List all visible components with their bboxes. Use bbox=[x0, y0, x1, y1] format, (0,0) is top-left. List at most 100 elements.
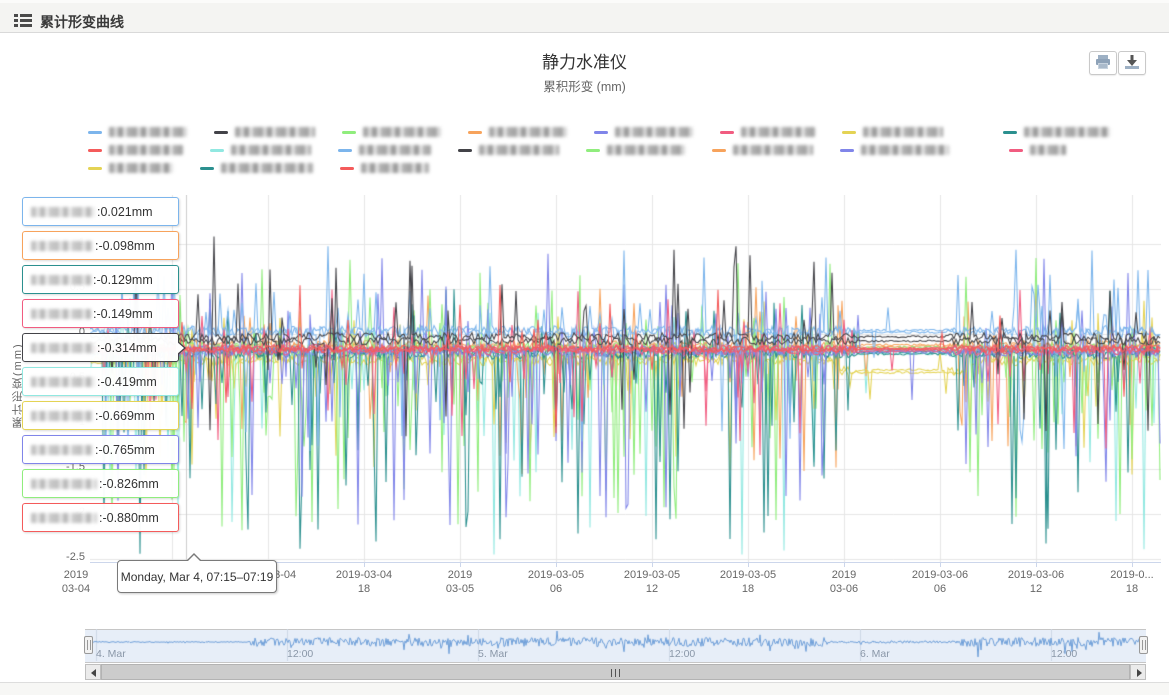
legend-line-icon bbox=[720, 131, 734, 134]
tooltip-value: :-0.826mm bbox=[99, 477, 159, 491]
legend-line-icon bbox=[586, 149, 600, 152]
scrollbar-left-button[interactable] bbox=[85, 664, 101, 680]
legend-item[interactable] bbox=[712, 145, 813, 155]
tooltip-value: :-0.129mm bbox=[93, 273, 153, 287]
legend-item[interactable] bbox=[594, 127, 693, 137]
legend-line-icon bbox=[210, 149, 224, 152]
legend-line-icon bbox=[88, 149, 102, 152]
legend-line-icon bbox=[88, 131, 102, 134]
navigator-axis-label: 12:00 bbox=[669, 648, 695, 660]
printer-icon bbox=[1095, 55, 1111, 69]
x-axis-tick-label: 201903-06 bbox=[796, 568, 892, 596]
x-axis-tick-label: 2019-03-0418 bbox=[316, 568, 412, 596]
legend-item[interactable] bbox=[586, 145, 685, 155]
legend-line-icon bbox=[712, 149, 726, 152]
x-axis-tick-mark bbox=[940, 562, 941, 567]
scrollbar-thumb[interactable] bbox=[101, 664, 1130, 680]
legend-line-icon bbox=[594, 131, 608, 134]
tooltip-series-name-redacted bbox=[31, 479, 97, 489]
x-axis-tick-label: 2019-0...18 bbox=[1084, 568, 1169, 596]
legend-item[interactable] bbox=[340, 163, 429, 173]
tooltip-value: :-0.419mm bbox=[97, 375, 157, 389]
navigator-axis-label: 12:00 bbox=[1051, 648, 1077, 660]
navigator-series[interactable] bbox=[85, 629, 1146, 661]
tooltip-series-name-redacted bbox=[31, 513, 97, 523]
legend-line-icon bbox=[340, 167, 354, 170]
tooltip-value: :-0.149mm bbox=[93, 307, 153, 321]
legend-item[interactable] bbox=[840, 145, 949, 155]
series-tooltip-box: :-0.765mm bbox=[22, 435, 179, 464]
download-icon bbox=[1124, 55, 1140, 69]
chart-plot-area[interactable] bbox=[90, 195, 1161, 562]
series-tooltip-box: :-0.419mm bbox=[22, 367, 179, 396]
legend-item[interactable] bbox=[88, 145, 183, 155]
print-button[interactable] bbox=[1089, 51, 1117, 75]
left-arrow-icon bbox=[91, 669, 96, 677]
y-axis-tick-label: -2.5 bbox=[25, 551, 85, 563]
tooltip-value: :-0.880mm bbox=[99, 511, 159, 525]
legend-label-redacted bbox=[109, 145, 183, 155]
list-icon bbox=[14, 14, 32, 28]
legend-label-redacted bbox=[359, 145, 431, 155]
legend-item[interactable] bbox=[210, 145, 311, 155]
legend-item[interactable] bbox=[1009, 145, 1066, 155]
navigator-left-handle[interactable] bbox=[84, 636, 93, 654]
legend-item[interactable] bbox=[214, 127, 315, 137]
tooltip-value: :-0.765mm bbox=[95, 443, 155, 457]
legend-label-redacted bbox=[109, 163, 173, 173]
x-axis-tick-mark bbox=[844, 562, 845, 567]
tooltip-value: :-0.098mm bbox=[95, 239, 155, 253]
legend-item[interactable] bbox=[88, 127, 187, 137]
legend-label-redacted bbox=[479, 145, 559, 155]
tooltip-value: :-0.669mm bbox=[95, 409, 155, 423]
legend-item[interactable] bbox=[842, 127, 943, 137]
x-axis-tick-label: 2019-03-0518 bbox=[700, 568, 796, 596]
legend bbox=[88, 123, 1098, 177]
legend-label-redacted bbox=[489, 127, 567, 137]
legend-item[interactable] bbox=[88, 163, 173, 173]
legend-line-icon bbox=[458, 149, 472, 152]
x-axis-tick-label: 201903-05 bbox=[412, 568, 508, 596]
series-tooltip-box: :-0.826mm bbox=[22, 469, 179, 498]
x-axis-tick-mark bbox=[1132, 562, 1133, 567]
legend-label-redacted bbox=[733, 145, 813, 155]
navigator-axis-label: 5. Mar bbox=[478, 648, 508, 660]
x-axis-tick-label: 2019-03-0506 bbox=[508, 568, 604, 596]
x-tooltip-text: Monday, Mar 4, 07:15–07:19 bbox=[121, 570, 274, 584]
page-bottom-strip bbox=[0, 682, 1169, 695]
legend-label-redacted bbox=[109, 127, 187, 137]
legend-label-redacted bbox=[615, 127, 693, 137]
legend-item[interactable] bbox=[1003, 127, 1110, 137]
legend-item[interactable] bbox=[200, 163, 313, 173]
legend-item[interactable] bbox=[338, 145, 431, 155]
tooltip-stack: :0.021mm :-0.098mm :-0.129mm :-0.149mm :-0.3… bbox=[22, 197, 179, 537]
tooltip-series-name-redacted bbox=[31, 445, 93, 455]
series-tooltip-box: :-0.314mm bbox=[22, 333, 179, 362]
x-axis-tick-mark bbox=[1036, 562, 1037, 567]
tooltip-series-name-redacted bbox=[31, 275, 91, 285]
x-axis-tooltip: Monday, Mar 4, 07:15–07:19 bbox=[117, 560, 277, 593]
tooltip-value: :0.021mm bbox=[97, 205, 153, 219]
x-axis-tick-label: 2019-03-0612 bbox=[988, 568, 1084, 596]
x-axis-tick-mark bbox=[364, 562, 365, 567]
navigator-right-handle[interactable] bbox=[1139, 636, 1148, 654]
header-bar: 累计形变曲线 bbox=[0, 0, 1169, 33]
legend-item[interactable] bbox=[458, 145, 559, 155]
scrollbar-grip-icon bbox=[611, 669, 621, 677]
legend-label-redacted bbox=[863, 127, 943, 137]
series-tooltip-box: :-0.129mm bbox=[22, 265, 179, 294]
legend-label-redacted bbox=[1030, 145, 1066, 155]
series-tooltip-box: :0.021mm bbox=[22, 197, 179, 226]
download-button[interactable] bbox=[1118, 51, 1146, 75]
scrollbar-right-button[interactable] bbox=[1130, 664, 1146, 680]
legend-label-redacted bbox=[231, 145, 311, 155]
legend-item[interactable] bbox=[342, 127, 441, 137]
legend-label-redacted bbox=[363, 127, 441, 137]
tooltip-series-name-redacted bbox=[31, 309, 91, 319]
legend-line-icon bbox=[214, 131, 228, 134]
tooltip-value: :-0.314mm bbox=[97, 341, 157, 355]
tooltip-series-name-redacted bbox=[31, 411, 93, 421]
legend-item[interactable] bbox=[720, 127, 815, 137]
legend-line-icon bbox=[88, 167, 102, 170]
legend-item[interactable] bbox=[468, 127, 567, 137]
